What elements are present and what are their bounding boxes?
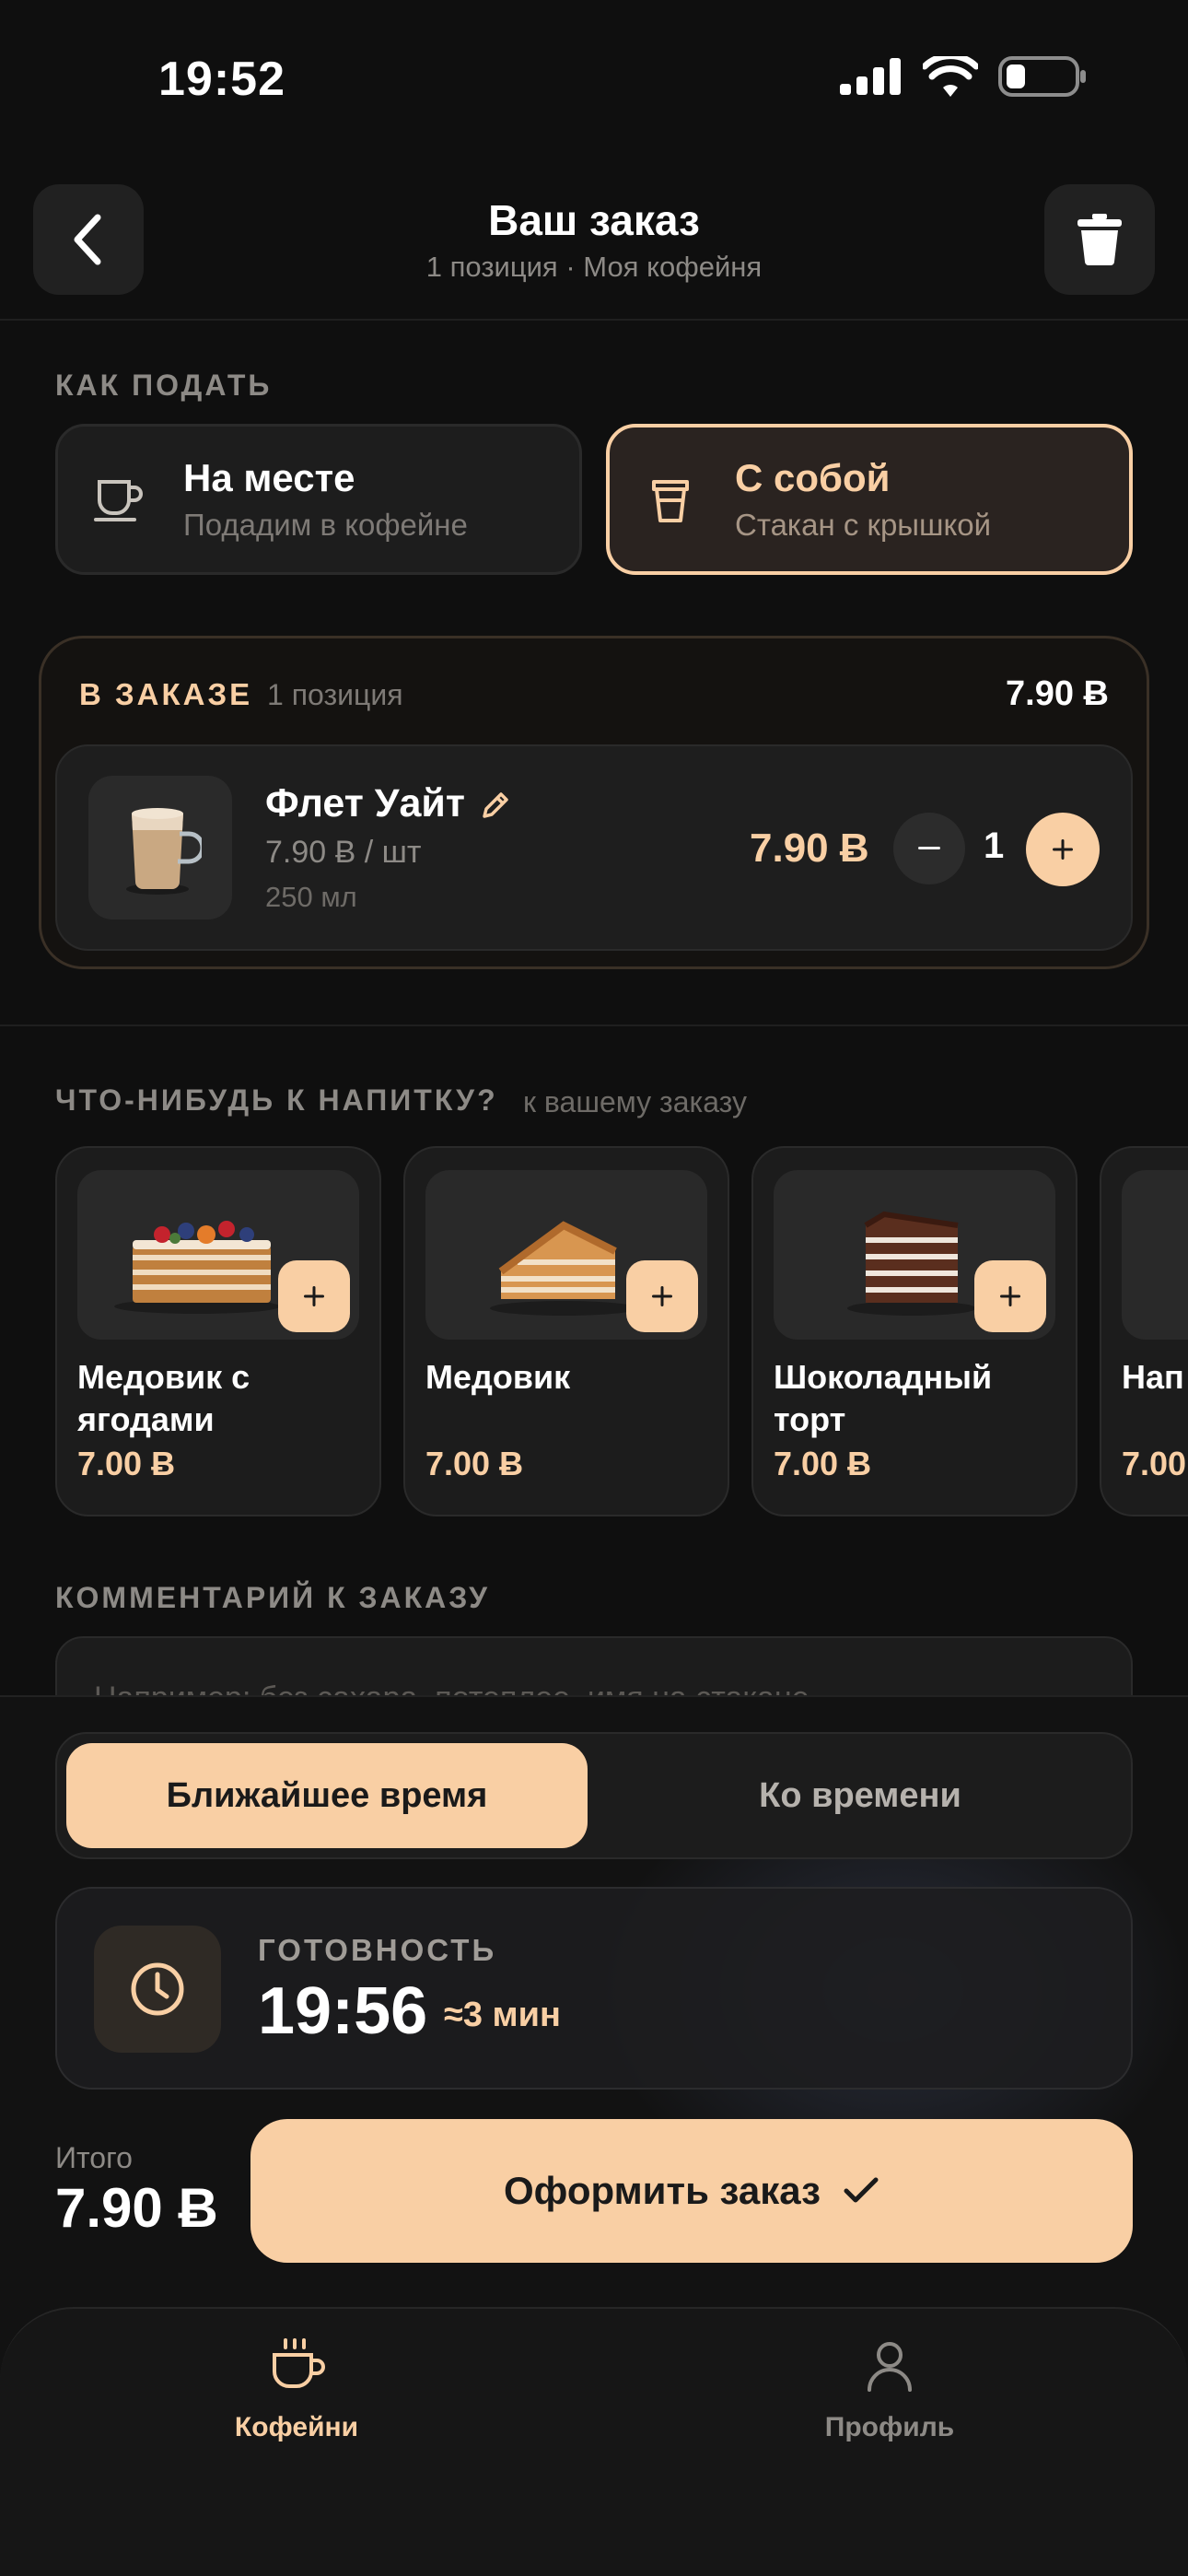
coffee-cup-icon [273,2338,325,2388]
edit-item-button[interactable] [479,789,512,826]
battery-icon [998,56,1086,97]
status-icons [840,55,1087,98]
ready-time: 19:56 [258,1974,428,2048]
header-divider [0,319,1188,321]
suggestion-name: Нап [1122,1358,1184,1396]
suggestion-name: Медовик [425,1358,571,1396]
pencil-icon [483,792,508,818]
suggestion-name: Медовик с ягодами [77,1358,250,1438]
order-item-volume: 250 мл [265,881,357,913]
user-icon [868,2342,912,2392]
timing-option-asap[interactable]: Ближайшее время [66,1743,588,1848]
takeaway-cup-icon [643,472,698,527]
cup-icon [91,472,146,527]
suggestion-card[interactable]: Медовик с ягодами 7.00 Ƀ [55,1146,381,1516]
wifi-icon [923,56,978,97]
ready-label: ГОТОВНОСТЬ [258,1933,497,1967]
minus-icon [918,847,940,849]
add-suggestion-button[interactable] [278,1260,350,1332]
serve-option-subtitle: Подадим в кофейне [183,508,468,542]
status-time: 19:52 [158,53,285,106]
total-label: Итого [55,2141,133,2174]
checkmark-icon [844,2177,879,2203]
quantity-value: 1 [984,825,1005,866]
suggestions-note: к вашему заказу [523,1085,747,1118]
cellular-signal-icon [840,58,901,95]
suggestion-image [1122,1170,1188,1340]
suggestion-name: Шоколадный торт [774,1358,993,1438]
suggestion-price: 7.00 [1122,1445,1187,1482]
add-suggestion-button[interactable] [626,1260,698,1332]
order-section-label: В ЗАКАЗЕ [79,677,253,711]
timing-option-scheduled[interactable]: Ко времени [599,1743,1122,1848]
serve-option-title: На месте [183,456,355,499]
page-title: Ваш заказ [488,196,700,244]
ready-eta: ≈3 мин [444,1996,561,2034]
checkout-button[interactable]: Оформить заказ [250,2119,1133,2263]
section-divider [0,1025,1188,1026]
suggestion-card[interactable]: Медовик 7.00 Ƀ [403,1146,729,1516]
serve-section-label: КАК ПОДАТЬ [55,369,273,402]
serve-option-subtitle: Стакан с крышкой [735,508,992,542]
total-value: 7.90 Ƀ [55,2177,218,2239]
suggestion-card[interactable]: Нап 7.00 [1100,1146,1188,1516]
serve-option-dine-in[interactable]: На месте Подадим в кофейне [55,424,582,575]
clear-order-button[interactable] [1044,184,1155,295]
plus-icon [1000,1286,1020,1306]
page-subtitle: 1 позиция · Моя кофейня [425,251,763,283]
add-suggestion-button[interactable] [974,1260,1046,1332]
checkout-label: Оформить заказ [503,2169,821,2212]
serve-option-title: С собой [735,456,891,499]
suggestion-price: 7.00 Ƀ [77,1445,176,1482]
tab-profile[interactable]: Профиль [751,2336,1028,2443]
suggestion-price: 7.00 Ƀ [425,1445,524,1482]
serve-option-takeaway[interactable]: С собой Стакан с крышкой [606,424,1133,575]
tab-label: Кофейни [234,2412,359,2442]
tab-label: Профиль [824,2412,955,2442]
plus-icon [1053,839,1073,860]
clock-icon [94,1926,221,2053]
suggestions-section-label: ЧТО-НИБУДЬ К НАПИТКУ? [55,1083,498,1117]
increase-quantity-button[interactable] [1026,813,1100,886]
order-total: 7.90 Ƀ [1006,674,1109,713]
order-item-price: 7.90 Ƀ [750,825,869,871]
order-item-count: 1 позиция [267,678,403,711]
order-item-name: Флет Уайт [265,781,465,825]
plus-icon [652,1286,672,1306]
plus-icon [304,1286,324,1306]
suggestion-card[interactable]: Шоколадный торт 7.00 Ƀ [751,1146,1077,1516]
order-item-unit-price: 7.90 Ƀ / шт [265,835,422,870]
comment-section-label: КОММЕНТАРИЙ К ЗАКАЗУ [55,1581,491,1614]
decrease-quantity-button[interactable] [893,813,965,884]
trash-icon [1077,214,1122,265]
suggestion-price: 7.00 Ƀ [774,1445,872,1482]
tab-coffee-shops[interactable]: Кофейни [158,2336,435,2443]
flat-white-image [88,776,232,919]
